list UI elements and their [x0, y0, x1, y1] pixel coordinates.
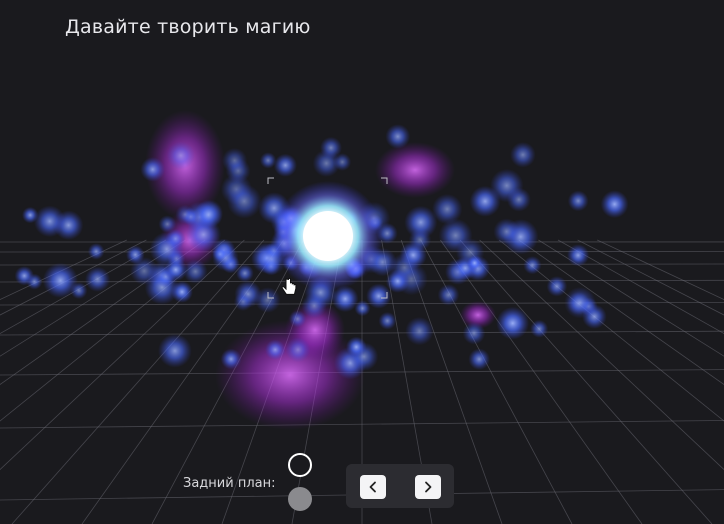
page-title: Давайте творить магию [65, 16, 311, 38]
chevron-left-icon [369, 481, 376, 493]
hand-cursor-icon [281, 277, 297, 295]
background-grey-swatch[interactable] [288, 487, 312, 511]
magic-scene-canvas[interactable] [0, 0, 724, 524]
previous-button[interactable] [360, 475, 386, 499]
background-label: Задний план: [183, 476, 276, 491]
next-button[interactable] [415, 475, 441, 499]
chevron-right-icon [425, 481, 432, 493]
orb-glow [273, 181, 383, 291]
background-dark-swatch[interactable] [288, 453, 312, 477]
navigation-panel [346, 464, 454, 508]
orb-core [303, 211, 353, 261]
